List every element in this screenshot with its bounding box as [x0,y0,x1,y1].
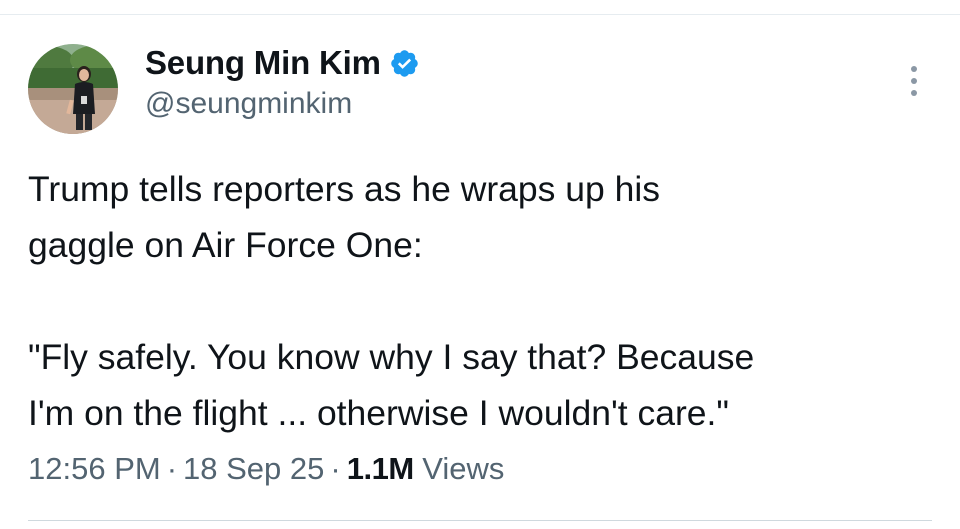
author-display-name[interactable]: Seung Min Kim [145,44,381,82]
tweet-time[interactable]: 12:56 PM [28,451,161,486]
tweet-metadata: 12:56 PM · 18 Sep 25 · 1.1M Views [28,451,504,487]
more-options-icon[interactable] [904,63,924,99]
meta-separator: · [166,451,178,486]
bottom-divider [28,520,932,521]
tweet: Seung Min Kim @seungminkim Trump tells r… [28,15,932,529]
avatar-photo [28,44,118,134]
author-block: Seung Min Kim @seungminkim [145,44,420,121]
tweet-date[interactable]: 18 Sep 25 [183,451,324,486]
tweet-text: Trump tells reporters as he wraps up his… [28,169,755,433]
views-label: Views [422,451,505,486]
author-handle[interactable]: @seungminkim [145,87,420,121]
name-row: Seung Min Kim [145,44,420,82]
verified-badge-icon [389,48,420,79]
meta-separator: · [330,451,341,486]
avatar[interactable] [28,44,118,134]
views-count[interactable]: 1.1M [347,451,414,486]
